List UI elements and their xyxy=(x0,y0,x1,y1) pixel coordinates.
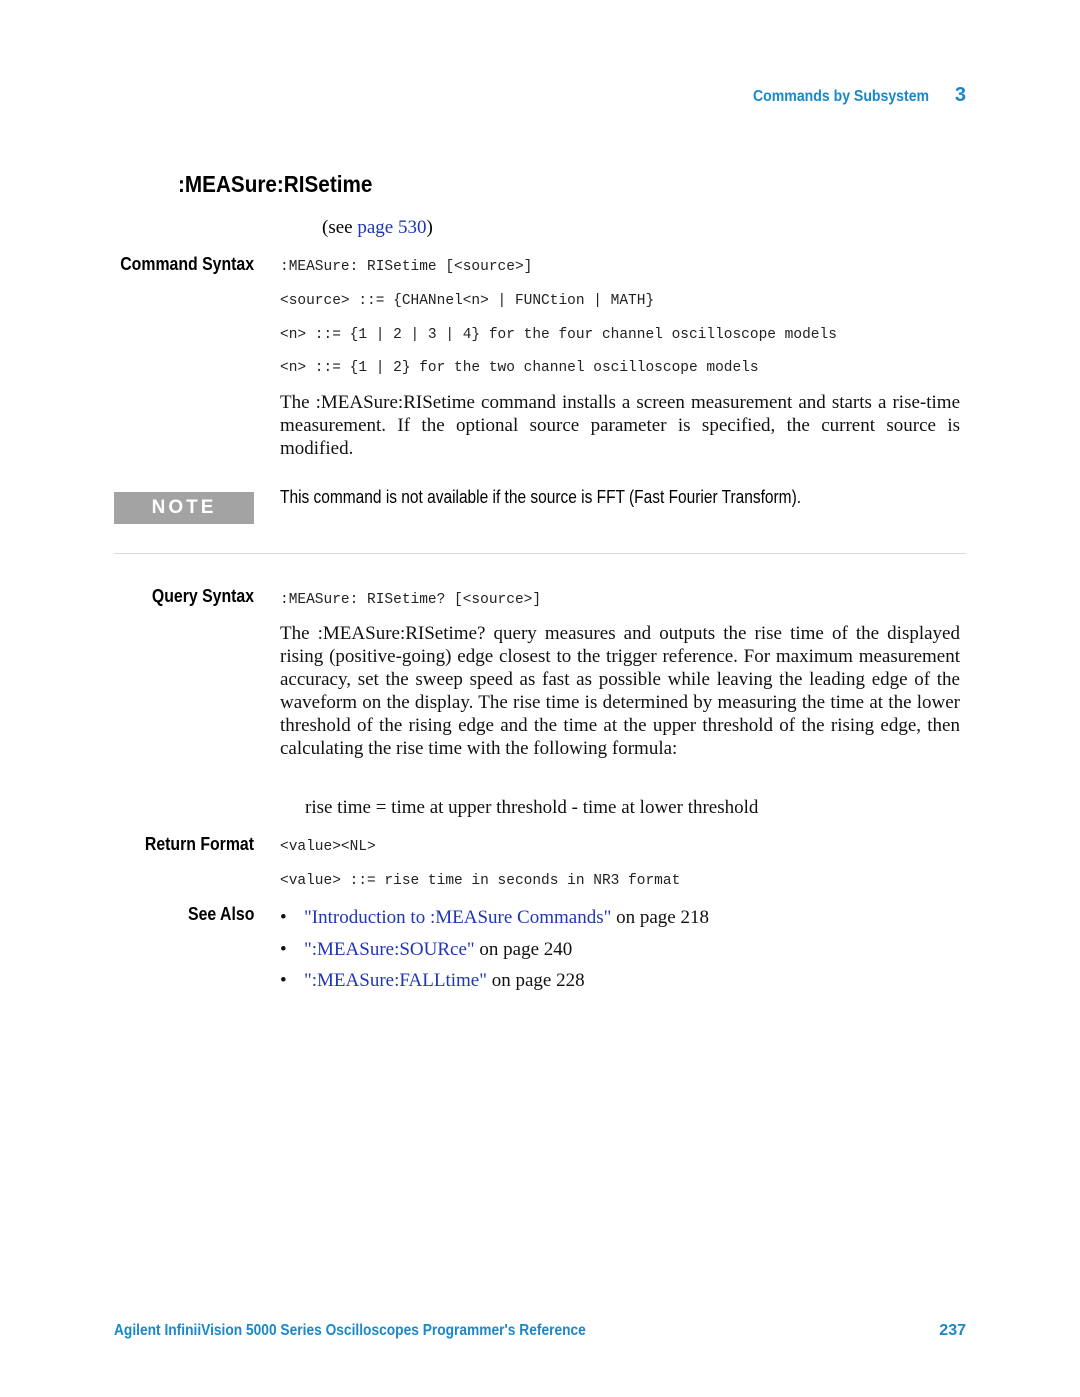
see-also-item: • "Introduction to :MEASure Commands" on … xyxy=(280,902,709,934)
see-also-link-source[interactable]: ":MEASure:SOURce" xyxy=(304,939,475,960)
see-page-reference: (see page 530) xyxy=(322,217,433,239)
see-also-link-introduction[interactable]: "Introduction to :MEASure Commands" xyxy=(304,907,611,928)
section-title: Commands by Subsystem xyxy=(752,88,929,105)
n-definition-two-channel: <n> ::= {1 | 2} for the two channel osci… xyxy=(280,360,759,376)
section-divider xyxy=(114,553,966,554)
query-description: The :MEASure:RISetime? query measures an… xyxy=(280,623,960,759)
value-definition: <value> ::= rise time in seconds in NR3 … xyxy=(280,873,681,889)
return-format-label: Return Format xyxy=(144,834,254,854)
note-badge: NOTE xyxy=(114,492,254,524)
query-syntax-line: :MEASure: RISetime? [<source>] xyxy=(280,592,542,608)
n-definition-four-channel: <n> ::= {1 | 2 | 3 | 4} for the four cha… xyxy=(280,327,837,343)
see-also-item: • ":MEASure:SOURce" on page 240 xyxy=(280,934,709,966)
see-also-page: on page 218 xyxy=(611,907,709,928)
bullet-icon: • xyxy=(280,907,287,928)
chapter-number: 3 xyxy=(954,84,966,106)
footer-document-title: Agilent InfiniiVision 5000 Series Oscill… xyxy=(114,1322,586,1339)
see-also-link-falltime[interactable]: ":MEASure:FALLtime" xyxy=(304,970,487,991)
note-text: This command is not available if the sou… xyxy=(280,487,802,507)
see-also-page: on page 240 xyxy=(474,938,573,960)
command-syntax-line: :MEASure: RISetime [<source>] xyxy=(280,259,533,275)
command-description: The :MEASure:RISetime command installs a… xyxy=(280,392,960,459)
bullet-icon: • xyxy=(280,938,287,960)
rise-time-formula: rise time = time at upper threshold - ti… xyxy=(305,797,759,818)
see-also-item: • ":MEASure:FALLtime" on page 228 xyxy=(280,965,709,997)
command-syntax-label: Command Syntax xyxy=(120,254,254,274)
footer-page-number: 237 xyxy=(939,1322,966,1339)
command-title: :MEASure:RISetime xyxy=(178,171,373,197)
running-header: Commands by Subsystem 3 xyxy=(729,84,966,107)
see-also-list: • "Introduction to :MEASure Commands" on … xyxy=(280,902,709,997)
return-format-line: <value><NL> xyxy=(280,839,376,855)
query-syntax-label: Query Syntax xyxy=(151,586,254,606)
see-also-page: on page 228 xyxy=(486,970,585,991)
source-definition: <source> ::= {CHANnel<n> | FUNCtion | MA… xyxy=(280,293,655,309)
see-also-label: See Also xyxy=(187,904,254,924)
bullet-icon: • xyxy=(280,970,287,991)
see-prefix: (see xyxy=(322,217,358,238)
page-link[interactable]: page 530 xyxy=(357,217,426,238)
see-suffix: ) xyxy=(426,217,433,238)
